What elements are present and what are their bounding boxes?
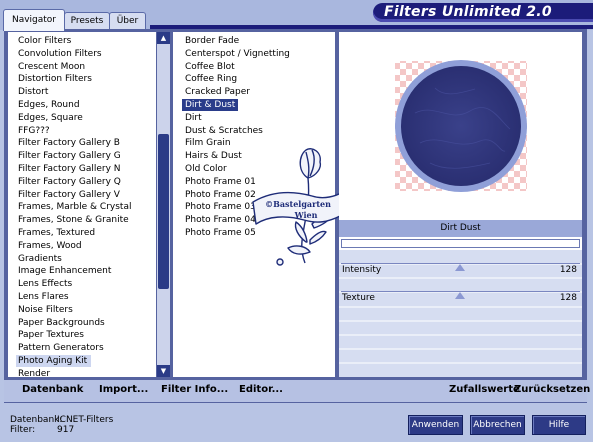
slider-label-intensity: Intensity: [342, 265, 382, 275]
category-item[interactable]: Frames, Stone & Granite: [18, 214, 129, 226]
category-item[interactable]: Filter Factory Gallery G: [18, 150, 121, 162]
category-item[interactable]: Edges, Square: [18, 112, 83, 124]
category-item[interactable]: Color Filters: [18, 35, 71, 47]
filter-item[interactable]: Photo Frame 05: [185, 227, 256, 239]
tab-presets[interactable]: Presets: [64, 12, 110, 30]
category-item[interactable]: Frames, Marble & Crystal: [18, 201, 131, 213]
preview-image: [395, 60, 527, 192]
reset-button[interactable]: Zurücksetzen: [514, 384, 590, 395]
category-item[interactable]: Paper Textures: [18, 329, 84, 341]
category-item[interactable]: Gradients: [18, 253, 62, 265]
filter-item[interactable]: Border Fade: [185, 35, 239, 47]
preview-label: Dirt Dust: [339, 220, 582, 237]
category-scroll-thumb[interactable]: [158, 134, 169, 289]
category-item[interactable]: Edges, Round: [18, 99, 80, 111]
filter-item[interactable]: Old Color: [185, 163, 227, 175]
filter-item[interactable]: Dust & Scratches: [185, 125, 263, 137]
cancel-button[interactable]: Abbrechen: [470, 415, 525, 435]
slider-value-intensity: 128: [559, 265, 577, 275]
random-values-button[interactable]: Zufallswerte: [449, 384, 520, 395]
category-item[interactable]: Distortion Filters: [18, 73, 92, 85]
filter-item[interactable]: Dirt: [185, 112, 202, 124]
slider-value-texture: 128: [559, 293, 577, 303]
category-item[interactable]: Lens Effects: [18, 278, 72, 290]
status-database-value: ICNET-Filters: [57, 415, 114, 425]
tab-uber[interactable]: Über: [109, 12, 146, 30]
slider-label-texture: Texture: [342, 293, 375, 303]
preview-area: [340, 33, 580, 219]
category-item[interactable]: Noise Filters: [18, 304, 73, 316]
parameter-grid: Intensity 128 Texture 128: [339, 250, 582, 377]
category-item[interactable]: FFG???: [18, 125, 50, 137]
scroll-up-icon[interactable]: ▲: [157, 32, 170, 44]
editor-button[interactable]: Editor...: [239, 384, 283, 395]
filter-item[interactable]: Photo Frame 02: [185, 189, 256, 201]
watermark-logo: ©Bastelgarten Wien: [252, 148, 344, 266]
category-item[interactable]: Frames, Wood: [18, 240, 82, 252]
filter-info-button[interactable]: Filter Info...: [161, 384, 228, 395]
category-item[interactable]: Distort: [18, 86, 48, 98]
category-item-selected[interactable]: Photo Aging Kit: [16, 355, 92, 367]
category-item[interactable]: Pattern Generators: [18, 342, 104, 354]
category-item[interactable]: Crescent Moon: [18, 61, 85, 73]
filter-item[interactable]: Film Grain: [185, 137, 231, 149]
help-button[interactable]: Hilfe: [532, 415, 586, 435]
category-item[interactable]: Filter Factory Gallery V: [18, 189, 120, 201]
tab-navigator[interactable]: Navigator: [3, 9, 65, 31]
watermark-line-2: Wien: [294, 210, 318, 220]
category-item[interactable]: Convolution Filters: [18, 48, 102, 60]
category-list[interactable]: Color Filters Convolution Filters Crescent…: [8, 32, 156, 380]
apply-button[interactable]: Anwenden: [408, 415, 463, 435]
import-button[interactable]: Import...: [99, 384, 148, 395]
watermark-line-1: ©Bastelgarten: [265, 199, 331, 209]
datenbank-button[interactable]: Datenbank: [22, 384, 83, 395]
filter-item[interactable]: Photo Frame 01: [185, 176, 256, 188]
filter-item[interactable]: Coffee Ring: [185, 73, 237, 85]
category-item[interactable]: Paper Backgrounds: [18, 317, 105, 329]
filter-item[interactable]: Photo Frame 04: [185, 214, 256, 226]
scroll-down-icon[interactable]: ▼: [157, 365, 170, 377]
slider-thumb-intensity[interactable]: [454, 264, 465, 271]
category-item[interactable]: Lens Flares: [18, 291, 69, 303]
app-title: Filters Unlimited 2.0: [384, 4, 552, 20]
status-filter-value: 917: [57, 425, 75, 435]
category-item[interactable]: Render: [18, 368, 50, 380]
category-item[interactable]: Filter Factory Gallery Q: [18, 176, 121, 188]
status-filter-label: Filter:: [10, 425, 36, 435]
filter-item-selected[interactable]: Dirt & Dust: [182, 99, 239, 111]
category-item[interactable]: Filter Factory Gallery N: [18, 163, 121, 175]
progress-bar: [341, 239, 580, 248]
category-item[interactable]: Image Enhancement: [18, 265, 111, 277]
status-database-label: Datenbank:: [10, 415, 63, 425]
filter-item[interactable]: Cracked Paper: [185, 86, 250, 98]
filter-item[interactable]: Coffee Blot: [185, 61, 235, 73]
category-item[interactable]: Frames, Textured: [18, 227, 95, 239]
slider-thumb-texture[interactable]: [454, 292, 465, 299]
filter-item[interactable]: Centerspot / Vignetting: [185, 48, 290, 60]
filter-item[interactable]: Photo Frame 03: [185, 201, 256, 213]
filter-item[interactable]: Hairs & Dust: [185, 150, 242, 162]
category-item[interactable]: Filter Factory Gallery B: [18, 137, 120, 149]
